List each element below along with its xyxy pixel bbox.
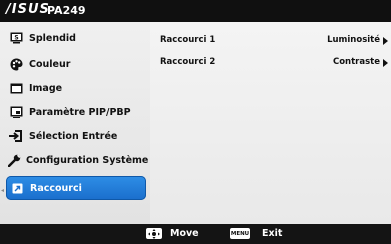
shortcut-name: Raccourci 1 xyxy=(160,35,216,45)
sidebar-item-splendid[interactable]: S Splendid xyxy=(8,28,148,48)
palette-icon xyxy=(8,56,24,72)
shortcut-icon xyxy=(9,180,25,196)
pip-icon xyxy=(8,104,24,120)
shortcut-value: Luminosité xyxy=(327,35,380,45)
sidebar-item-image[interactable]: Image xyxy=(8,78,148,98)
sidebar-item-label: Configuration Système xyxy=(26,154,149,166)
sidebar-item-raccourci[interactable]: Raccourci xyxy=(6,176,146,200)
sidebar-item-label: Image xyxy=(29,82,63,94)
joystick-icon xyxy=(146,228,162,239)
left-arrow-icon: ◂ xyxy=(1,187,5,194)
sidebar-menu: ◂ S Splendid Couleur Image Paramètre PIP… xyxy=(0,22,150,224)
shortcut-row-1[interactable]: Raccourci 1 Luminosité xyxy=(160,35,388,49)
brand-logo: /ISUS xyxy=(6,2,50,17)
input-icon xyxy=(8,128,24,144)
image-icon xyxy=(8,80,24,96)
osd-window: /ISUS PA249 ◂ S Splendid Couleur Image P… xyxy=(0,0,391,244)
shortcut-row-2[interactable]: Raccourci 2 Contraste xyxy=(160,57,388,71)
right-arrow-icon xyxy=(383,59,388,67)
sidebar-item-label: Splendid xyxy=(29,32,76,44)
menu-key-icon: MENU xyxy=(230,228,250,239)
sidebar-item-selection-entree[interactable]: Sélection Entrée xyxy=(8,126,148,146)
splendid-icon: S xyxy=(8,30,24,46)
exit-hint: Exit xyxy=(262,228,283,239)
model-name: PA249 xyxy=(47,4,86,17)
sidebar-item-couleur[interactable]: Couleur xyxy=(8,54,148,74)
wrench-icon xyxy=(8,152,21,168)
content-panel: Raccourci 1 Luminosité Raccourci 2 Contr… xyxy=(150,22,391,224)
shortcut-value: Contraste xyxy=(332,57,380,67)
sidebar-item-label: Raccourci xyxy=(30,182,82,194)
sidebar-item-configuration-systeme[interactable]: Configuration Système xyxy=(8,150,148,170)
sidebar-item-label: Paramètre PIP/PBP xyxy=(29,106,131,118)
sidebar-item-label: Couleur xyxy=(29,58,71,70)
osd-header: /ISUS PA249 xyxy=(0,0,391,22)
shortcut-name: Raccourci 2 xyxy=(160,57,216,67)
osd-footer: Move MENU Exit xyxy=(0,224,391,244)
svg-text:S: S xyxy=(14,35,18,42)
right-arrow-icon xyxy=(383,37,388,45)
sidebar-item-label: Sélection Entrée xyxy=(29,130,118,142)
move-hint: Move xyxy=(170,228,199,239)
sidebar-item-pip-pbp[interactable]: Paramètre PIP/PBP xyxy=(8,102,148,122)
